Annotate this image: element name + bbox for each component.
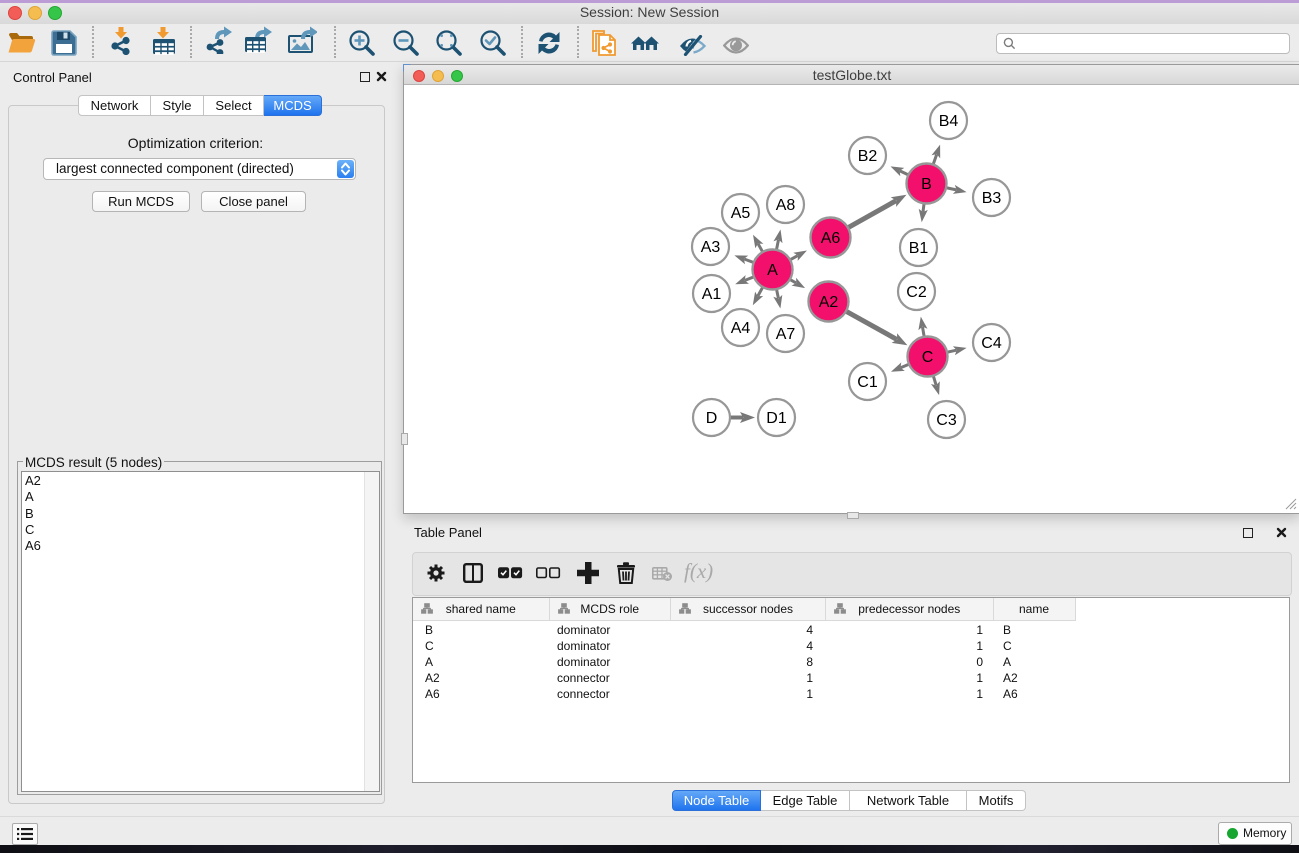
svg-text:C4: C4 — [981, 335, 1002, 352]
svg-text:A1: A1 — [702, 286, 722, 303]
svg-text:f(x): f(x) — [684, 562, 713, 583]
svg-text:C: C — [922, 349, 934, 366]
svg-text:A7: A7 — [776, 326, 796, 343]
svg-text:A5: A5 — [731, 205, 751, 222]
svg-text:B1: B1 — [909, 240, 929, 257]
svg-text:D: D — [706, 410, 718, 427]
svg-text:B3: B3 — [982, 190, 1002, 207]
svg-text:C1: C1 — [857, 374, 878, 391]
svg-text:A8: A8 — [776, 197, 796, 214]
svg-text:A3: A3 — [701, 239, 721, 256]
svg-text:A2: A2 — [819, 294, 839, 311]
svg-text:D1: D1 — [766, 410, 787, 427]
svg-text:A: A — [767, 262, 778, 279]
svg-text:B2: B2 — [858, 148, 878, 165]
svg-text:A6: A6 — [821, 230, 841, 247]
svg-text:A4: A4 — [731, 320, 751, 337]
svg-text:C2: C2 — [906, 284, 927, 301]
svg-text:B: B — [921, 176, 932, 193]
svg-text:B4: B4 — [939, 113, 959, 130]
svg-text:C3: C3 — [936, 412, 957, 429]
